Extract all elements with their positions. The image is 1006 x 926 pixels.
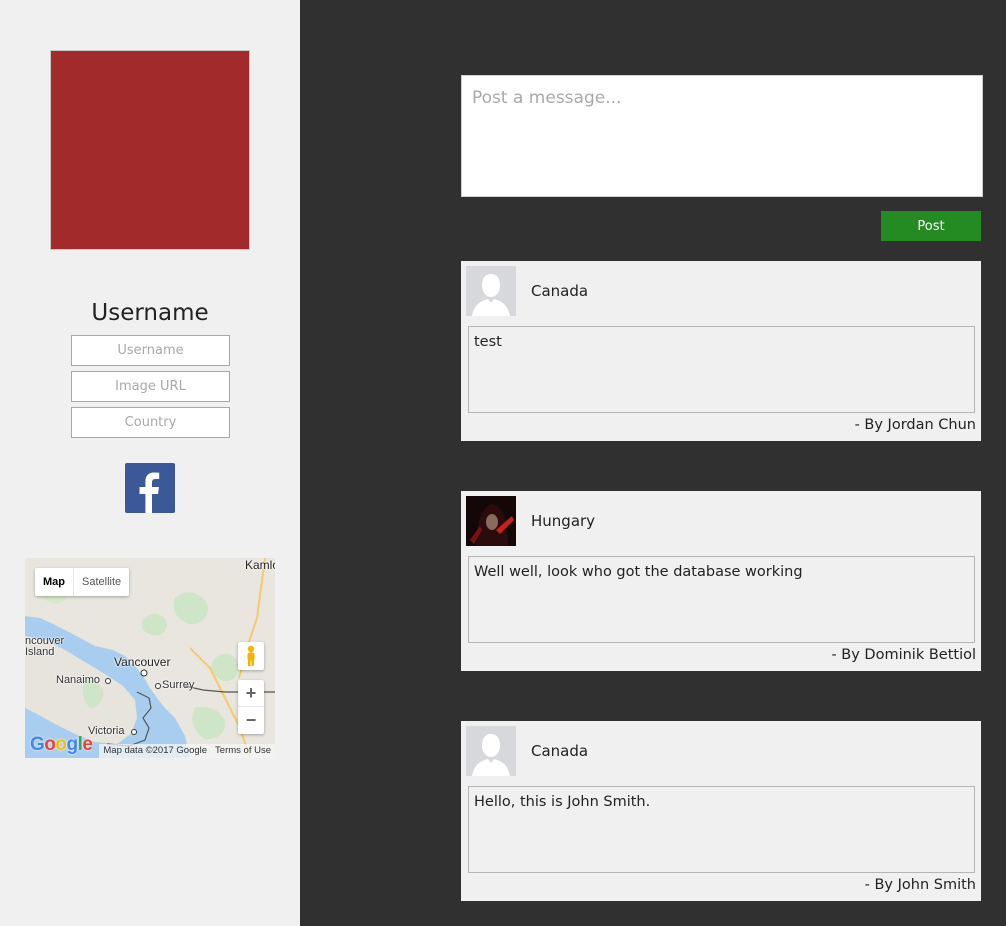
map-label-vancouver: Vancouver xyxy=(114,655,171,669)
post-body: Hello, this is John Smith. xyxy=(468,786,975,873)
map-data-credit: Map data ©2017 Google xyxy=(103,745,208,756)
profile-sidebar: Username Map xyxy=(0,0,300,926)
username-input[interactable] xyxy=(71,335,230,366)
map-tab[interactable]: Map xyxy=(35,568,73,596)
post-byline: - By John Smith xyxy=(864,877,976,893)
pegman-icon xyxy=(247,645,255,666)
profile-avatar xyxy=(50,50,250,250)
terms-of-use-link[interactable]: Terms of Use xyxy=(215,745,271,757)
street-view-button[interactable] xyxy=(238,642,264,670)
post-body: test xyxy=(468,326,975,413)
user-avatar xyxy=(466,266,516,316)
image-url-input[interactable] xyxy=(71,371,230,402)
post-byline: - By Dominik Bettiol xyxy=(831,647,976,663)
post-button[interactable]: Post xyxy=(881,211,981,241)
map-label-vancouver-island: ncouver Island xyxy=(25,635,65,658)
zoom-out-button[interactable]: − xyxy=(238,707,264,734)
map-label-kamloops: Kamlo xyxy=(245,558,275,572)
username-heading: Username xyxy=(91,300,209,326)
map-label-surrey: Surrey xyxy=(162,679,195,691)
user-avatar xyxy=(466,726,516,776)
post-card: Canada test - By Jordan Chun xyxy=(461,261,981,441)
map-label-victoria: Victoria xyxy=(88,725,125,737)
facebook-button[interactable] xyxy=(125,463,175,513)
post-body: Well well, look who got the database wor… xyxy=(468,556,975,643)
satellite-tab[interactable]: Satellite xyxy=(73,568,129,596)
post-country: Canada xyxy=(531,282,589,300)
hooded-figure-photo xyxy=(466,496,516,546)
country-input[interactable] xyxy=(71,407,230,438)
map-type-toggle: Map Satellite xyxy=(35,568,130,596)
default-user-icon xyxy=(466,726,516,776)
message-input[interactable] xyxy=(461,75,983,197)
google-logo: Google xyxy=(30,734,93,755)
map-label-nanaimo: Nanaimo xyxy=(56,674,101,686)
facebook-icon xyxy=(139,472,160,513)
post-country: Hungary xyxy=(531,512,596,530)
map-attribution: Map data ©2017 Google Terms of Use xyxy=(99,744,275,758)
default-user-icon xyxy=(466,266,516,316)
user-avatar xyxy=(466,496,516,546)
location-map[interactable]: Map Satellite Kamlo ncouver Island Vanco… xyxy=(25,558,275,758)
zoom-controls: + − xyxy=(238,680,264,734)
post-byline: - By Jordan Chun xyxy=(854,417,976,433)
zoom-in-button[interactable]: + xyxy=(238,680,264,707)
post-card: Canada Hello, this is John Smith. - By J… xyxy=(461,721,981,901)
post-card: Hungary Well well, look who got the data… xyxy=(461,491,981,671)
post-country: Canada xyxy=(531,742,589,760)
